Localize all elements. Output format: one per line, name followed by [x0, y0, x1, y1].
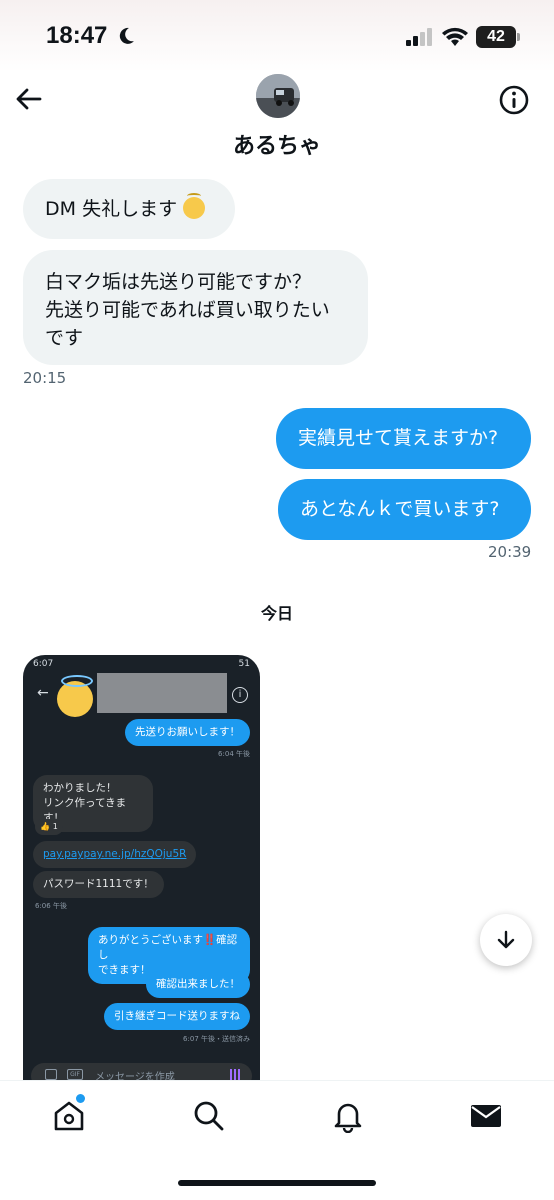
message-incoming[interactable]: 白マク垢は先送り可能ですか？ 先送り可能であれば買い取りたい です: [23, 250, 368, 365]
day-separator: 今日: [260, 604, 293, 623]
avatar[interactable]: [256, 74, 300, 118]
wifi-icon: [442, 27, 468, 46]
embedded-reaction-count: 1: [52, 822, 58, 831]
scroll-to-bottom-button[interactable]: [480, 914, 532, 966]
embedded-text-line: ありがとうございます‼️確認し: [98, 934, 238, 961]
embedded-bubble-outgoing: 引き継ぎコード送りますね: [104, 1003, 250, 1030]
embedded-gif-icon: GIF: [67, 1069, 83, 1080]
home-icon[interactable]: [52, 1099, 86, 1133]
moon-icon: [119, 27, 134, 44]
conversation-header: あるちゃ: [0, 72, 554, 172]
status-bar: 18:47 42: [0, 0, 554, 72]
smiling-face-with-halo-icon: [57, 675, 93, 717]
contact-name[interactable]: あるちゃ: [0, 128, 554, 160]
home-notification-dot: [76, 1094, 85, 1103]
embedded-timestamp: 6:06 午後: [35, 902, 67, 910]
message-timestamp: 20:15: [23, 369, 67, 387]
message-text-line: 先送り可能であれば買い取りたい: [45, 299, 330, 321]
embedded-bubble-outgoing: 確認出来ました！: [146, 971, 250, 998]
search-icon[interactable]: [192, 1099, 226, 1133]
battery-cap: [517, 33, 520, 41]
embedded-image-icon: [45, 1069, 57, 1080]
mail-icon[interactable]: [469, 1099, 503, 1133]
message-incoming[interactable]: DM 失礼します: [23, 179, 235, 239]
message-text: 実績見せて貰えますか?: [298, 427, 499, 449]
arrow-down-icon: [497, 930, 515, 949]
avatar-image: [256, 74, 300, 118]
signal-icon: [406, 28, 432, 46]
embedded-timestamp: 6:04 午後: [218, 750, 250, 758]
embedded-info-icon: i: [232, 687, 248, 703]
message-timestamp: 20:39: [488, 543, 532, 561]
embedded-bubble-outgoing: 先送りお願いします！: [125, 719, 250, 746]
embedded-status-time: 6:07: [33, 659, 54, 669]
message-outgoing[interactable]: あとなんｋで買います?: [278, 479, 531, 540]
image-attachment[interactable]: 6:07 51 ← i 先送りお願いします！ 6:04 午後 わかりました！ リ…: [23, 655, 260, 1085]
message-text: DM 失礼します: [45, 198, 178, 220]
message-outgoing[interactable]: 実績見せて貰えますか?: [276, 408, 531, 469]
message-text: あとなんｋで買います?: [300, 498, 500, 520]
info-icon[interactable]: [498, 84, 530, 116]
embedded-text-line: わかりました！: [43, 782, 117, 794]
embedded-link-bubble: pay.paypay.ne.jp/hzQOju5R: [33, 841, 197, 868]
battery-indicator: 42: [476, 26, 516, 48]
bell-icon[interactable]: [331, 1099, 365, 1133]
embedded-battery: 51: [238, 659, 250, 669]
message-text-line: 白マク垢は先送り可能ですか？: [45, 271, 312, 293]
bowing-face-emoji-icon: [183, 193, 206, 219]
redacted-name-block: [97, 673, 227, 713]
embedded-bubble-incoming: パスワード1111です！: [33, 871, 164, 898]
message-text-line: です: [45, 327, 84, 349]
back-arrow-icon[interactable]: [14, 84, 44, 114]
embedded-reaction: 👍 1: [35, 819, 63, 835]
home-indicator: [178, 1180, 376, 1186]
status-time: 18:47: [46, 22, 108, 49]
embedded-timestamp: 6:07 午後・送信済み: [183, 1035, 250, 1043]
embedded-back-arrow-icon: ←: [37, 685, 49, 701]
